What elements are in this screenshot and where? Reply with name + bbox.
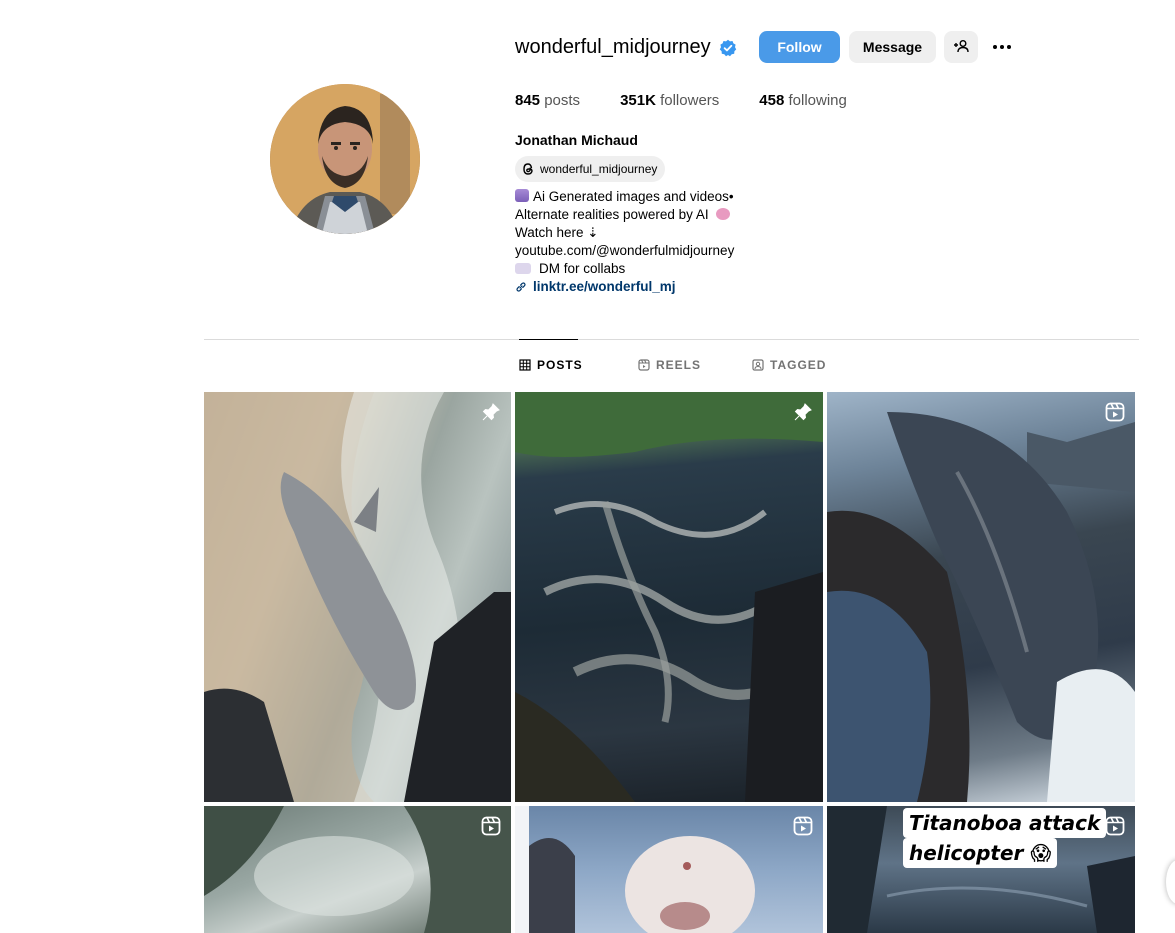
caption-line: Titanoboa attack	[903, 808, 1107, 838]
post-tile[interactable]	[204, 392, 511, 802]
profile-avatar[interactable]	[270, 84, 420, 234]
profile-stats: 845 posts 351K followers 458 following	[515, 92, 887, 109]
post-image	[827, 412, 1135, 802]
bio-external-link[interactable]: linktr.ee/wonderful_mj	[515, 278, 734, 296]
post-image	[204, 392, 511, 802]
tagged-icon	[752, 359, 764, 371]
following-label: following	[788, 92, 847, 109]
grid-icon	[519, 359, 531, 371]
bio-line: Alternate realities powered by AI	[515, 206, 734, 224]
pin-icon	[481, 402, 501, 422]
tab-tagged[interactable]: TAGGED	[752, 358, 826, 372]
suggested-accounts-button[interactable]	[944, 31, 978, 63]
message-button[interactable]: Message	[849, 31, 936, 63]
username-row: wonderful_midjourney	[515, 31, 737, 64]
reel-icon	[1105, 402, 1125, 422]
post-tile[interactable]	[515, 806, 823, 933]
verified-badge-icon	[719, 39, 737, 57]
followers-label: followers	[660, 92, 720, 109]
post-image	[515, 806, 755, 933]
reels-icon	[638, 359, 650, 371]
envelope-emoji-icon	[515, 263, 531, 274]
post-tile[interactable]	[204, 806, 511, 933]
active-tab-indicator	[519, 339, 578, 340]
tab-posts[interactable]: POSTS	[519, 358, 583, 372]
robot-emoji-icon	[515, 189, 529, 202]
following-stat[interactable]: 458 following	[759, 92, 847, 109]
caption-line: helicopter 😱	[903, 838, 1058, 868]
followers-stat[interactable]: 351K followers	[620, 92, 719, 109]
reel-icon	[1105, 816, 1125, 836]
post-tile[interactable]	[827, 392, 1135, 802]
bio-line: youtube.com/@wonderfulmidjourney	[515, 243, 735, 258]
post-caption-overlay: Titanoboa attack helicopter 😱	[903, 808, 1107, 868]
following-count: 458	[759, 92, 785, 109]
follow-button[interactable]: Follow	[759, 31, 840, 63]
reel-icon	[793, 816, 813, 836]
posts-label: posts	[544, 92, 581, 109]
pin-icon	[793, 402, 813, 422]
threads-icon	[521, 162, 535, 176]
followers-count: 351K	[620, 92, 656, 109]
post-tile[interactable]: Titanoboa attack helicopter 😱	[827, 806, 1135, 933]
threads-link[interactable]: wonderful_midjourney	[515, 156, 666, 182]
add-user-icon	[953, 38, 969, 57]
link-icon	[516, 282, 526, 292]
bio-line: Watch here ⇣	[515, 225, 599, 240]
profile-username: wonderful_midjourney	[515, 36, 711, 58]
more-options-icon[interactable]	[990, 37, 1014, 57]
tabs-divider	[204, 339, 1139, 340]
tab-reels[interactable]: REELS	[638, 358, 701, 372]
bio-line: DM for collabs	[515, 260, 734, 278]
reel-icon	[481, 816, 501, 836]
scroll-arrow-button[interactable]	[1166, 860, 1175, 904]
threads-handle: wonderful_midjourney	[540, 162, 658, 176]
post-tile[interactable]	[515, 392, 823, 802]
profile-full-name: Jonathan Michaud	[515, 132, 638, 148]
profile-bio: Ai Generated images and videos• Alternat…	[515, 188, 734, 296]
bio-line: Ai Generated images and videos•	[515, 188, 734, 206]
posts-count: 845	[515, 92, 541, 109]
profile-tabs: POSTS REELS TAGGED	[0, 358, 1175, 376]
post-image	[515, 392, 823, 802]
posts-stat: 845 posts	[515, 92, 580, 109]
brain-emoji-icon	[716, 208, 731, 220]
post-image	[204, 806, 511, 933]
